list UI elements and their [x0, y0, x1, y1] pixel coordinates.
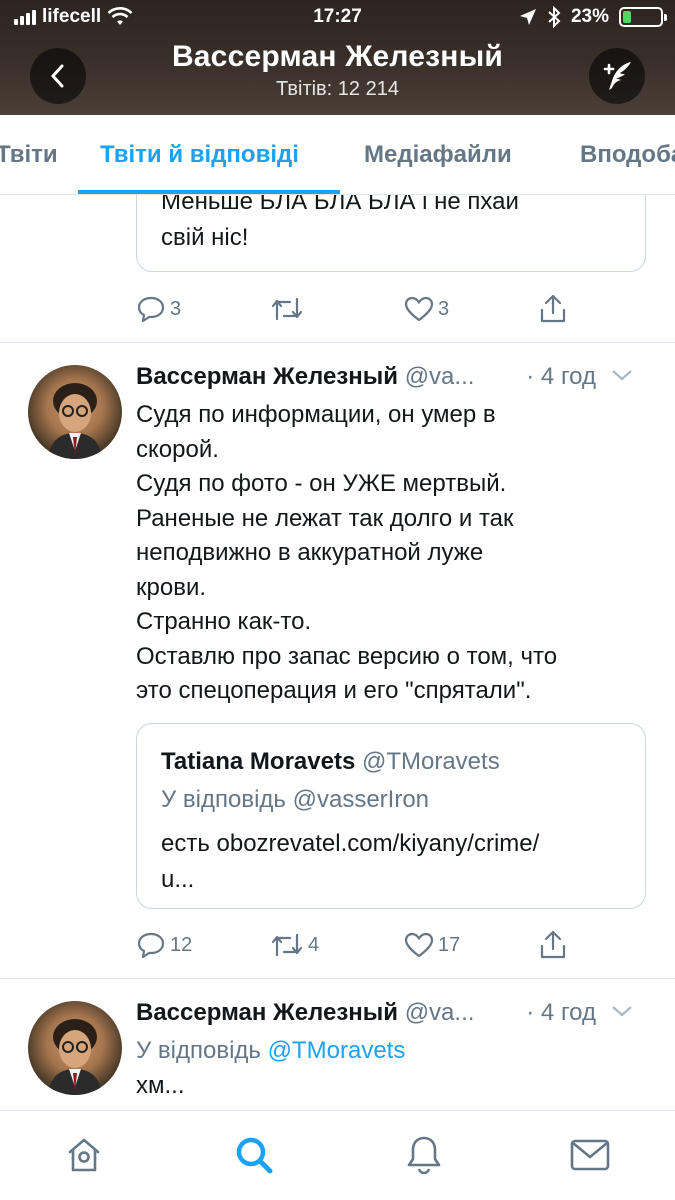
- profile-header: lifecell 17:27 23% Вассерман Железный Тв…: [0, 0, 675, 115]
- location-icon: [519, 9, 536, 25]
- tweet-text: У відповідь @TMoravets хм...: [136, 1034, 656, 1103]
- reply-icon: [137, 932, 165, 959]
- avatar[interactable]: [28, 365, 122, 459]
- heart-icon: [404, 296, 434, 322]
- tab-tweets-and-replies[interactable]: Твіти й відповіді: [100, 141, 299, 169]
- heart-icon: [404, 932, 434, 958]
- tweet-line: это спецоперация и его "спрятали".: [136, 677, 532, 704]
- status-bar: lifecell 17:27 23%: [0, 6, 675, 32]
- nav-messages[interactable]: [568, 1133, 612, 1177]
- tweet-actions: 12 4 17: [136, 925, 616, 965]
- tweet-line: Странно как-то.: [136, 608, 312, 635]
- tweet-line: Судя по информации, он умер в: [136, 401, 496, 428]
- share-button[interactable]: [538, 294, 568, 324]
- quoted-tweet-text: есть obozrevatel.com/kiyany/crime/: [161, 830, 540, 857]
- mail-icon: [570, 1139, 610, 1171]
- tweet-time: · 4 год: [526, 363, 596, 390]
- tweet-divider: [0, 342, 675, 343]
- tweet-time: · 4 год: [526, 999, 596, 1026]
- tweet-line: хм...: [136, 1071, 185, 1099]
- share-icon: [540, 294, 566, 323]
- retweet-icon: [271, 933, 303, 957]
- retweet-icon: [271, 297, 303, 321]
- reply-button[interactable]: 3: [136, 295, 181, 323]
- bluetooth-icon: [548, 6, 561, 28]
- quoted-tweet-text: свій ніс!: [161, 224, 249, 251]
- reply-prefix: У відповідь: [136, 1037, 261, 1064]
- tweet-count: Твітів: 12 214: [276, 78, 399, 100]
- tab-likes[interactable]: Вподобання: [580, 141, 675, 169]
- reply-icon: [137, 296, 165, 323]
- chevron-down-icon[interactable]: [610, 367, 634, 383]
- tweet-divider: [0, 978, 675, 979]
- author-name[interactable]: Вассерман Железный: [136, 363, 398, 390]
- quoted-tweet-card[interactable]: Меньше БЛА БЛА БЛА і не пхай свій ніс!: [136, 195, 646, 272]
- tab-tweets[interactable]: Твіти: [0, 141, 58, 169]
- retweet-button[interactable]: [270, 296, 304, 322]
- quoted-author-handle: @TMoravets: [361, 748, 500, 775]
- tweet-line: крови.: [136, 573, 207, 601]
- quoted-tweet-header: Tatiana Moravets @TMoravets: [161, 744, 621, 780]
- quoted-reply-context: У відповідь @vasserIron: [161, 786, 430, 813]
- reply-button[interactable]: 12: [136, 931, 192, 959]
- active-tab-indicator: [78, 190, 340, 194]
- battery-icon: [619, 7, 667, 27]
- page-title: Вассерман Железный: [171, 40, 504, 73]
- tab-media[interactable]: Медіафайли: [364, 141, 512, 169]
- quoted-author-name: Tatiana Moravets: [161, 748, 356, 775]
- retweet-button[interactable]: 4: [270, 932, 319, 958]
- header-title-block: Вассерман Железный Твітів: 12 214: [0, 40, 675, 101]
- battery-percent: 23%: [570, 6, 609, 27]
- share-button[interactable]: [538, 930, 568, 960]
- like-count: 17: [438, 933, 461, 956]
- status-right: 23%: [519, 6, 667, 28]
- like-count: 3: [438, 297, 450, 320]
- tweet-header: Вассерман Железный @va... · 4 год: [136, 999, 656, 1033]
- avatar[interactable]: [28, 1001, 122, 1095]
- reply-count: 12: [170, 933, 193, 956]
- tweet-actions: 3 3: [136, 289, 616, 329]
- reply-context: У відповідь @TMoravets: [136, 1034, 656, 1069]
- author-handle[interactable]: @va...: [405, 363, 475, 390]
- home-icon: [68, 1138, 100, 1172]
- compose-button[interactable]: [589, 48, 645, 104]
- nav-search[interactable]: [232, 1133, 276, 1177]
- author-handle[interactable]: @va...: [405, 999, 475, 1026]
- compose-feather-icon: [603, 62, 631, 90]
- tweet-line: Оставлю про запас версию о том, что: [136, 642, 558, 670]
- tweet-line: неподвижно в аккуратной луже: [136, 539, 484, 566]
- like-button[interactable]: 3: [404, 296, 449, 322]
- quoted-tweet-text: u...: [161, 866, 195, 893]
- tweet-line: скорой.: [136, 435, 219, 463]
- tweet-feed[interactable]: Меньше БЛА БЛА БЛА і не пхай свій ніс! 3…: [0, 195, 675, 1110]
- nav-home[interactable]: [62, 1133, 106, 1177]
- profile-tabs: Твіти Твіти й відповіді Медіафайли Вподо…: [0, 115, 675, 195]
- reply-mention-link[interactable]: @TMoravets: [268, 1037, 406, 1064]
- bell-icon: [407, 1136, 441, 1175]
- author-name[interactable]: Вассерман Железный: [136, 999, 398, 1026]
- tweet-line: Судя по фото - он УЖЕ мертвый.: [136, 470, 507, 497]
- tweet-text: Судя по информации, он умер в скорой. Су…: [136, 398, 656, 709]
- tweet-line: Раненые не лежат так долго и так: [136, 504, 514, 532]
- like-button[interactable]: 17: [404, 932, 460, 958]
- chevron-down-icon[interactable]: [610, 1003, 634, 1019]
- tweet-header: Вассерман Железный @va... · 4 год: [136, 363, 656, 397]
- nav-notifications[interactable]: [402, 1133, 446, 1177]
- share-icon: [540, 930, 566, 959]
- search-icon: [236, 1137, 273, 1174]
- bottom-tab-bar: [0, 1110, 675, 1200]
- retweet-count: 4: [308, 933, 320, 956]
- quoted-tweet-card[interactable]: Tatiana Moravets @TMoravets У відповідь …: [136, 723, 646, 909]
- reply-count: 3: [170, 297, 182, 320]
- quoted-tweet-text: Меньше БЛА БЛА БЛА і не пхай: [161, 195, 519, 215]
